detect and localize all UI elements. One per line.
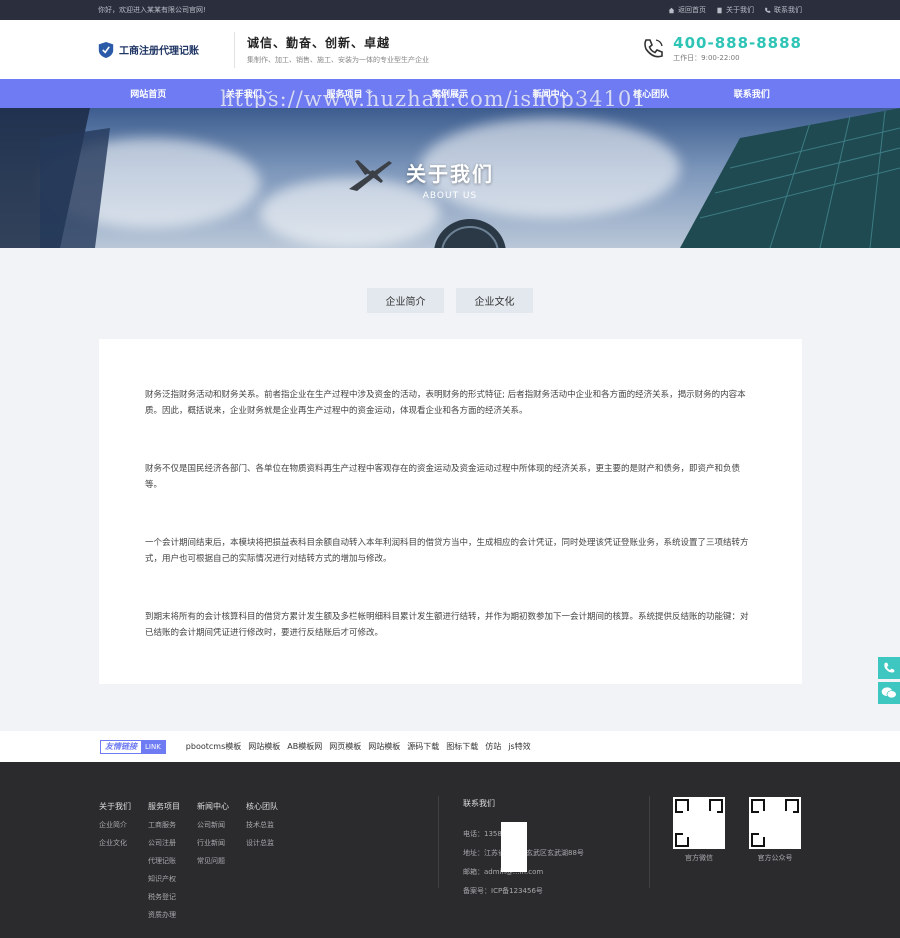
friend-links: 友情链接 LINK pbootcms模板 网站模板 AB模板网 网页模板 网站模… (0, 731, 900, 762)
building-icon (717, 7, 722, 13)
footer-divider (438, 796, 439, 888)
hotline: 400-888-8888 工作日：9:00-22:00 (641, 34, 802, 63)
site-footer: 关于我们 企业简介 企业文化 服务项目 工商服务 公司注册 代理记账 知识产权 … (0, 762, 900, 938)
contact-title: 联系我们 (463, 799, 495, 808)
nav-item-contact[interactable]: 联系我们 (701, 87, 802, 100)
nav-item-services[interactable]: 服务项目 ﹀ (299, 87, 400, 100)
qr-code-image (749, 797, 801, 849)
chevron-down-icon: ﹀ (264, 91, 272, 99)
redaction-block (501, 822, 527, 872)
top-bar: 你好，欢迎进入某某有限公司官网! 返回首页 关于我们 联系我们 (0, 0, 900, 20)
main-nav: 网站首页 关于我们 ﹀ 服务项目 ﹀ 案例展示 新闻中心 核心团队 联系我们 htt… (0, 79, 900, 111)
friend-link[interactable]: js特效 (508, 741, 530, 752)
top-link-about[interactable]: 关于我们 (716, 5, 754, 15)
wechat-icon (881, 687, 897, 699)
hotline-hours: 工作日：9:00-22:00 (673, 54, 740, 62)
nav-item-cases[interactable]: 案例展示 (400, 87, 501, 100)
contact-icp: 备案号：ICP备123456号 (463, 887, 543, 895)
phone-icon (644, 38, 663, 57)
float-wechat-button[interactable] (878, 682, 900, 704)
friend-link[interactable]: pbootcms模板 (186, 741, 241, 752)
phone-small-icon (765, 7, 771, 13)
home-icon (668, 7, 675, 13)
site-header: 工商注册代理记账 诚信、勤奋、创新、卓越 集制作、加工、销售、施工、安装为一体的… (0, 20, 900, 79)
nav-item-home[interactable]: 网站首页 (98, 87, 199, 100)
tower-image (434, 219, 506, 248)
footer-divider (649, 796, 650, 888)
friend-link[interactable]: 网站模板 (368, 741, 400, 752)
slogan-main: 诚信、勤奋、创新、卓越 (247, 36, 391, 50)
logo-text: 工商注册代理记账 (119, 46, 199, 57)
banner-title: 关于我们 (406, 162, 494, 186)
footer-nav: 关于我们 企业简介 企业文化 服务项目 工商服务 公司注册 代理记账 知识产权 … (99, 801, 278, 928)
paragraph: 财务不仅是国民经济各部门、各单位在物质资料再生产过程中客观存在的资金运动及资金运… (145, 464, 741, 490)
top-link-home[interactable]: 返回首页 (668, 5, 706, 15)
banner-subtitle: ABOUT US (422, 191, 478, 201)
slogan: 诚信、勤奋、创新、卓越 集制作、加工、销售、施工、安装为一体的专业型生产企业 (247, 34, 429, 65)
tab-company-culture[interactable]: 企业文化 (456, 288, 533, 313)
phone-icon (884, 662, 895, 673)
chevron-down-icon: ﹀ (365, 91, 373, 99)
friend-link[interactable]: AB模板网 (287, 741, 322, 752)
paragraph: 一个会计期间结束后，本模块将把损益表科目余额自动转入本年利润科目的借贷方当中，生… (145, 538, 749, 564)
top-link-contact[interactable]: 联系我们 (764, 5, 802, 15)
article-content: 财务泛指财务活动和财务关系。前者指企业在生产过程中涉及资金的活动，表明财务的形式… (99, 339, 802, 684)
footer-col-team: 核心团队 技术总监 设计总监 (246, 802, 278, 847)
friend-link[interactable]: 图标下载 (446, 741, 478, 752)
float-phone-button[interactable] (878, 657, 900, 679)
nav-item-about[interactable]: 关于我们 ﹀ (199, 87, 300, 100)
logo[interactable]: 工商注册代理记账 (98, 41, 222, 59)
friend-links-badge: 友情链接 LINK (100, 739, 166, 754)
header-divider (234, 31, 235, 68)
paragraph: 财务泛指财务活动和财务关系。前者指企业在生产过程中涉及资金的活动，表明财务的形式… (145, 390, 746, 416)
nav-item-news[interactable]: 新闻中心 (500, 87, 601, 100)
footer-col-services: 服务项目 工商服务 公司注册 代理记账 知识产权 税务登记 资质办理 (148, 802, 180, 919)
friend-link[interactable]: 网站模板 (248, 741, 280, 752)
footer-col-news: 新闻中心 公司新闻 行业新闻 常见问题 (197, 802, 229, 865)
footer-col-about: 关于我们 企业简介 企业文化 (99, 802, 131, 847)
friend-link[interactable]: 仿站 (485, 741, 501, 752)
qr-official: 官方公众号 (749, 797, 801, 863)
slogan-sub: 集制作、加工、销售、施工、安装为一体的专业型生产企业 (247, 56, 429, 64)
top-links: 返回首页 关于我们 联系我们 (668, 5, 802, 15)
hotline-number: 400-888-8888 (673, 34, 802, 52)
tab-company-intro[interactable]: 企业简介 (367, 288, 444, 313)
qr-wechat: 官方微信 (673, 797, 725, 863)
nav-item-team[interactable]: 核心团队 (601, 87, 702, 100)
about-tabs: 企业简介 企业文化 (0, 288, 900, 313)
friend-link[interactable]: 源码下载 (407, 741, 439, 752)
welcome-text: 你好，欢迎进入某某有限公司官网! (98, 6, 206, 14)
paragraph: 到期末将所有的会计核算科目的借贷方累计发生额及多栏帐明细科目累计发生额进行结转，… (145, 612, 749, 638)
qr-code-image (673, 797, 725, 849)
friend-link[interactable]: 网页模板 (329, 741, 361, 752)
page-banner: 关于我们 ABOUT US (0, 108, 900, 248)
shield-logo-icon (98, 41, 114, 58)
qr-label: 官方微信 (685, 854, 713, 862)
qr-label: 官方公众号 (757, 854, 793, 862)
